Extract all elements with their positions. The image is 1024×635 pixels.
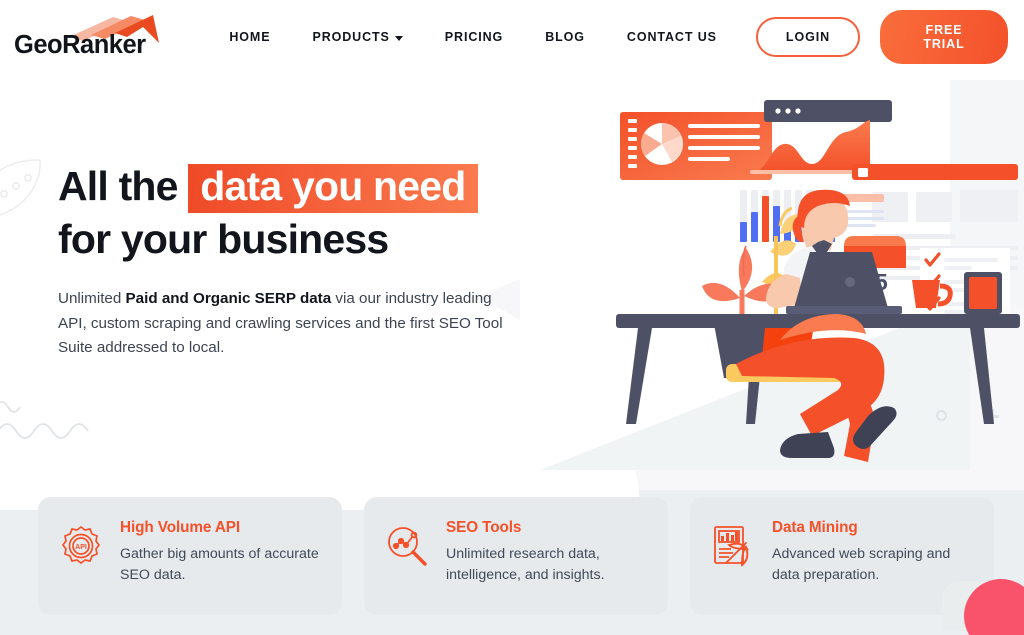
hero-content: All the data you need for your business … <box>58 160 528 361</box>
nav-label: PRODUCTS <box>312 30 390 44</box>
heading-highlight: data you need <box>188 164 478 213</box>
content-blocks-mock <box>872 190 1018 222</box>
feature-cards: API High Volume API Gather big amounts o… <box>38 497 994 615</box>
card-text: Data Mining Advanced web scraping and da… <box>772 519 974 595</box>
nav-item-contact-us[interactable]: CONTACT US <box>606 30 738 44</box>
api-icon-label: API <box>75 544 87 551</box>
workspace-illustration-icon: 25 <box>616 100 1020 462</box>
card-title: Data Mining <box>772 519 858 536</box>
nav-item-pricing[interactable]: PRICING <box>424 30 524 44</box>
heading-part-two: for your business <box>58 216 389 262</box>
card-description: Gather big amounts of accurate SEO data. <box>120 546 319 584</box>
card-text: SEO Tools Unlimited research data, intel… <box>446 519 648 595</box>
pie-dashboard-card <box>620 112 772 180</box>
hero-desc-bold: Paid and Organic SERP data <box>125 290 332 308</box>
heading-part-one: All the <box>58 163 189 209</box>
nav-label: BLOG <box>545 30 585 44</box>
card-description: Unlimited research data, intelligence, a… <box>446 546 605 584</box>
hero-desc-lead: Unlimited <box>58 290 126 308</box>
page-title: All the data you need for your business <box>58 160 528 265</box>
chevron-down-icon <box>394 35 403 41</box>
card-title: High Volume API <box>120 519 241 536</box>
nav-item-home[interactable]: HOME <box>208 30 291 44</box>
logo-text: GeoRanker <box>14 31 146 59</box>
card-title: SEO Tools <box>446 519 522 536</box>
nav-item-products[interactable]: PRODUCTS <box>291 30 423 44</box>
nav-label: CONTACT US <box>626 30 717 44</box>
login-button[interactable]: LOGIN <box>755 17 861 57</box>
free-trial-button[interactable]: FREE TRIAL <box>880 10 1008 64</box>
card-text: High Volume API Gather big amounts of ac… <box>120 519 322 595</box>
seo-magnifier-chart-icon <box>384 519 430 595</box>
browser-window-mock <box>764 100 892 122</box>
feature-card-high-volume-api[interactable]: API High Volume API Gather big amounts o… <box>38 497 342 615</box>
main-navigation: HOME PRODUCTS PRICING BLOG CONTACT US <box>208 30 738 44</box>
nav-label: PRICING <box>444 30 504 44</box>
landing-page: GeoRanker HOME PRODUCTS PRICING BLOG CON… <box>0 0 1024 635</box>
hero-illustration: 25 <box>512 86 1024 466</box>
api-gear-icon: API <box>58 519 104 595</box>
person-at-desk <box>616 189 1020 462</box>
hero-description: Unlimited Paid and Organic SERP data via… <box>58 287 510 361</box>
squiggle-doodle-icon <box>0 401 89 439</box>
nav-item-blog[interactable]: BLOG <box>524 30 606 44</box>
nav-label: HOME <box>229 30 271 44</box>
logo[interactable]: GeoRanker <box>14 11 170 63</box>
card-description: Advanced web scraping and data preparati… <box>772 546 951 584</box>
feature-card-seo-tools[interactable]: SEO Tools Unlimited research data, intel… <box>364 497 668 615</box>
site-header: GeoRanker HOME PRODUCTS PRICING BLOG CON… <box>0 0 1024 74</box>
data-mining-pickaxe-icon <box>710 519 756 595</box>
slider-control-mock <box>852 164 1018 180</box>
